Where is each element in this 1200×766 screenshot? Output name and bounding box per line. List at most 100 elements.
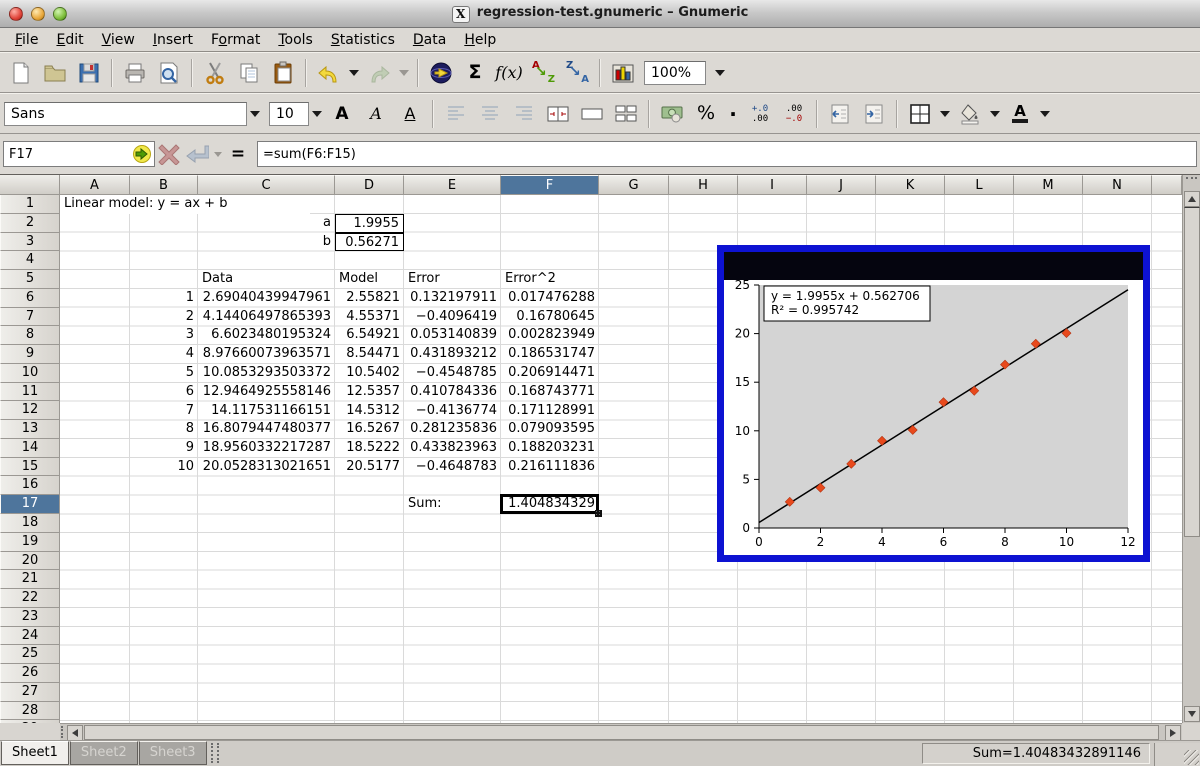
- menu-statistics[interactable]: Statistics: [322, 30, 404, 50]
- redo-icon[interactable]: [363, 57, 395, 89]
- cell-D15[interactable]: 20.5177: [335, 458, 404, 477]
- cell-F15[interactable]: 0.216111836: [501, 458, 599, 477]
- cell-B9[interactable]: 4: [130, 345, 198, 364]
- column-header-N[interactable]: N: [1083, 175, 1152, 195]
- cell-F5[interactable]: Error^2: [501, 270, 599, 289]
- font-color-dropdown[interactable]: [1037, 99, 1053, 129]
- new-file-icon[interactable]: [5, 57, 37, 89]
- cell-E9[interactable]: 0.431893212: [404, 345, 501, 364]
- row-header-10[interactable]: 10: [0, 364, 60, 383]
- cell-F10[interactable]: 0.206914471: [501, 364, 599, 383]
- cell-B14[interactable]: 9: [130, 439, 198, 458]
- cell-F6[interactable]: 0.017476288: [501, 289, 599, 308]
- save-file-icon[interactable]: [73, 57, 105, 89]
- cell-C15[interactable]: 20.0528313021651: [198, 458, 335, 477]
- hyperlink-icon[interactable]: [425, 57, 457, 89]
- sort-descending-icon[interactable]: Z↘A: [561, 57, 593, 89]
- split-cells-icon[interactable]: [610, 98, 642, 130]
- cell-D13[interactable]: 16.5267: [335, 420, 404, 439]
- cell-C9[interactable]: 8.97660073963571: [198, 345, 335, 364]
- menu-file[interactable]: File: [6, 30, 47, 50]
- row-header-18[interactable]: 18: [0, 514, 60, 533]
- borders-dropdown[interactable]: [937, 99, 953, 129]
- function-icon[interactable]: f(x): [493, 57, 525, 89]
- menu-tools[interactable]: Tools: [269, 30, 322, 50]
- row-header-1[interactable]: 1: [0, 195, 60, 214]
- increase-decimals-icon[interactable]: +.0.00: [744, 98, 776, 130]
- cut-icon[interactable]: [199, 57, 231, 89]
- row-header-4[interactable]: 4: [0, 251, 60, 270]
- column-header-H[interactable]: H: [669, 175, 738, 195]
- row-header-27[interactable]: 27: [0, 683, 60, 702]
- scroll-left-icon[interactable]: [67, 725, 83, 741]
- copy-icon[interactable]: [233, 57, 265, 89]
- formula-input[interactable]: [257, 141, 1197, 167]
- undo-dropdown[interactable]: [346, 58, 362, 88]
- row-header-28[interactable]: 28: [0, 702, 60, 721]
- undo-icon[interactable]: [313, 57, 345, 89]
- embedded-chart-object[interactable]: 0246810120510152025y = 1.9955x + 0.56270…: [717, 245, 1150, 562]
- scroll-down-icon[interactable]: [1184, 706, 1200, 722]
- row-header-23[interactable]: 23: [0, 608, 60, 627]
- row-header-17[interactable]: 17: [0, 495, 60, 514]
- align-right-icon[interactable]: [508, 98, 540, 130]
- row-header-3[interactable]: 3: [0, 233, 60, 252]
- tab-sheet1[interactable]: Sheet1: [1, 741, 69, 765]
- row-header-20[interactable]: 20: [0, 552, 60, 571]
- cell-E12[interactable]: −0.4136774: [404, 402, 501, 421]
- tab-sheet3[interactable]: Sheet3: [139, 741, 207, 765]
- cell-C6[interactable]: 2.69040439947961: [198, 289, 335, 308]
- row-header-9[interactable]: 9: [0, 345, 60, 364]
- goto-icon[interactable]: [132, 144, 152, 164]
- decrease-indent-icon[interactable]: [824, 98, 856, 130]
- fill-color-icon[interactable]: [954, 98, 986, 130]
- cell-B6[interactable]: 1: [130, 289, 198, 308]
- cell-F11[interactable]: 0.168743771: [501, 383, 599, 402]
- cell-C13[interactable]: 16.8079447480377: [198, 420, 335, 439]
- horizontal-scrollbar[interactable]: [0, 723, 1200, 740]
- cell-D7[interactable]: 4.55371: [335, 308, 404, 327]
- menu-edit[interactable]: Edit: [47, 30, 92, 50]
- fill-handle[interactable]: [595, 510, 602, 517]
- row-header-21[interactable]: 21: [0, 570, 60, 589]
- row-header-16[interactable]: 16: [0, 476, 60, 495]
- menu-insert[interactable]: Insert: [144, 30, 202, 50]
- cell-F7[interactable]: 0.16780645: [501, 308, 599, 327]
- row-header-11[interactable]: 11: [0, 383, 60, 402]
- column-header-K[interactable]: K: [876, 175, 945, 195]
- column-header-I[interactable]: I: [738, 175, 807, 195]
- cell-F14[interactable]: 0.188203231: [501, 439, 599, 458]
- print-preview-icon[interactable]: [153, 57, 185, 89]
- menu-help[interactable]: Help: [455, 30, 505, 50]
- chart-icon[interactable]: [607, 57, 639, 89]
- cell-B11[interactable]: 6: [130, 383, 198, 402]
- cell-name-box[interactable]: F17: [3, 141, 155, 167]
- cell-E8[interactable]: 0.053140839: [404, 326, 501, 345]
- font-name-combo[interactable]: Sans: [4, 102, 247, 126]
- align-center-icon[interactable]: [474, 98, 506, 130]
- accept-edit-dropdown[interactable]: [211, 139, 225, 169]
- scroll-right-icon[interactable]: [1165, 725, 1181, 741]
- row-header-15[interactable]: 15: [0, 458, 60, 477]
- thousands-separator-icon[interactable]: ·: [724, 98, 742, 130]
- cell-C2[interactable]: a: [198, 214, 335, 233]
- window-resize-grip[interactable]: [1184, 750, 1199, 765]
- cell-D6[interactable]: 2.55821: [335, 289, 404, 308]
- vertical-pane-split-grip[interactable]: [1186, 177, 1197, 191]
- cell-E6[interactable]: 0.132197911: [404, 289, 501, 308]
- vertical-scrollbar[interactable]: [1182, 175, 1200, 723]
- horizontal-scroll-thumb[interactable]: [84, 725, 1159, 740]
- cell-C5[interactable]: Data: [198, 270, 335, 289]
- cell-D2[interactable]: 1.9955: [335, 214, 404, 233]
- row-header-24[interactable]: 24: [0, 627, 60, 646]
- cell-A1[interactable]: Linear model: y = ax + b: [60, 195, 310, 214]
- redo-dropdown[interactable]: [396, 58, 412, 88]
- cell-C3[interactable]: b: [198, 233, 335, 252]
- row-header-7[interactable]: 7: [0, 308, 60, 327]
- cell-D12[interactable]: 14.5312: [335, 402, 404, 421]
- underline-icon[interactable]: A: [394, 98, 426, 130]
- cell-C10[interactable]: 10.0853293503372: [198, 364, 335, 383]
- font-name-dropdown[interactable]: [247, 99, 263, 129]
- align-left-icon[interactable]: [440, 98, 472, 130]
- tab-sheet2[interactable]: Sheet2: [70, 741, 138, 765]
